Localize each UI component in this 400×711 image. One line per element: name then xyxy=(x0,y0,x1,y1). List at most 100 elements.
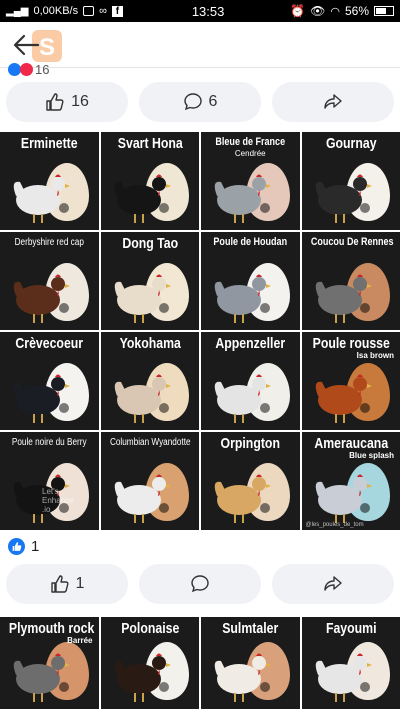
breed-name: Ameraucana xyxy=(313,435,388,452)
breed-tile[interactable]: Plymouth rock Barrée xyxy=(0,617,99,709)
status-time: 13:53 xyxy=(191,3,225,19)
breed-name: Derbyshire red cap xyxy=(14,237,84,248)
battery-icon xyxy=(374,6,394,16)
like-count: 1 xyxy=(75,575,85,592)
back-arrow-icon[interactable] xyxy=(12,32,40,58)
post2-action-bar: 1 xyxy=(0,564,400,608)
link-icon: ∞ xyxy=(99,5,107,17)
breed-grid-1: Erminette Svart Hona Bleue de France Cendré… xyxy=(0,132,400,530)
breed-name: Orpington xyxy=(220,435,280,452)
breed-tile[interactable]: Erminette xyxy=(0,132,99,230)
breed-name: Erminette xyxy=(20,135,78,152)
hen-illustration xyxy=(214,374,271,423)
love-reaction-icon xyxy=(20,62,33,76)
breed-tile[interactable]: Sulmtaler xyxy=(201,617,300,709)
hen-illustration xyxy=(315,174,372,223)
post1-action-bar: 16 6 xyxy=(0,82,400,126)
breed-name: Poule rousse xyxy=(312,335,390,352)
share-arrow-icon xyxy=(324,576,342,591)
breed-name: Crèvecoeur xyxy=(15,335,84,352)
breed-tile[interactable]: Columbian Wyandotte xyxy=(100,432,199,530)
comment-bubble-icon xyxy=(191,575,209,593)
breed-name: Coucou De Rennes xyxy=(310,236,394,248)
breed-tile[interactable]: Appenzeller xyxy=(201,332,300,430)
eye-icon: 👁 xyxy=(310,4,326,18)
hen-illustration xyxy=(214,274,271,323)
breed-variety: Barrée xyxy=(67,636,93,645)
share-arrow-icon xyxy=(324,94,342,109)
comment-bubble-icon xyxy=(183,93,202,111)
breed-name: Gournay xyxy=(325,135,377,152)
like-button[interactable]: 16 xyxy=(6,82,128,122)
hen-illustration xyxy=(13,274,70,323)
like-count: 16 xyxy=(71,93,89,110)
like-button[interactable]: 1 xyxy=(6,564,128,604)
like-reaction-icon xyxy=(8,538,25,555)
hen-illustration xyxy=(13,174,70,223)
reaction-count: 16 xyxy=(35,61,50,77)
breed-name: Svart Hona xyxy=(117,135,183,152)
image-notification-icon xyxy=(83,6,95,16)
breed-name: Poule noire du Berry xyxy=(11,437,87,448)
signal-icon: ▂▄▆ xyxy=(6,5,29,17)
breed-grid-2: Plymouth rock Barrée Polonaise Sulmtaler Fay… xyxy=(0,617,400,709)
photo-credit-handle: @les_poules_de_tom xyxy=(305,522,364,528)
breed-tile[interactable]: Svart Hona xyxy=(100,132,199,230)
breed-variety: Isa brown xyxy=(356,351,394,360)
thumbs-up-icon xyxy=(50,575,69,593)
breed-name: Appenzeller xyxy=(215,335,286,352)
facebook-notification-icon: f xyxy=(111,5,123,17)
hen-illustration xyxy=(315,274,372,323)
post1-reaction-summary[interactable]: 16 xyxy=(8,61,50,77)
network-speed: 0,00KB/s xyxy=(33,5,79,17)
watermark-text: Let's Enhance .io xyxy=(42,487,74,514)
breed-tile[interactable]: Orpington xyxy=(201,432,300,530)
breed-variety: Blue splash xyxy=(349,451,394,460)
breed-tile[interactable]: Poule rousse Isa brown xyxy=(301,332,400,430)
share-button[interactable] xyxy=(272,82,394,122)
hen-illustration xyxy=(114,653,171,702)
breed-tile[interactable]: Fayoumi xyxy=(301,617,400,709)
comment-button[interactable]: 6 xyxy=(139,82,261,122)
breed-name: Columbian Wyandotte xyxy=(109,437,191,448)
breed-name: Polonaise xyxy=(120,620,179,637)
breed-name: Plymouth rock xyxy=(8,620,95,637)
breed-tile[interactable]: Crèvecoeur xyxy=(0,332,99,430)
hen-illustration xyxy=(315,374,372,423)
breed-tile[interactable]: Derbyshire red cap xyxy=(0,232,99,330)
breed-name: Poule de Houdan xyxy=(213,236,288,248)
breed-name: Sulmtaler xyxy=(222,620,279,637)
hen-illustration xyxy=(114,374,171,423)
hen-illustration xyxy=(214,174,271,223)
breed-tile[interactable]: Coucou De Rennes xyxy=(301,232,400,330)
wifi-icon: ◠ xyxy=(330,5,340,18)
hen-illustration xyxy=(13,374,70,423)
breed-name: Bleue de France xyxy=(215,136,286,148)
breed-tile[interactable]: Ameraucana Blue splash @les_poules_de_tom xyxy=(301,432,400,530)
comment-button[interactable] xyxy=(139,564,261,604)
app-bar: S xyxy=(0,22,400,68)
hen-illustration xyxy=(214,474,271,523)
breed-tile[interactable]: Gournay xyxy=(301,132,400,230)
breed-tile[interactable]: Bleue de France Cendrée xyxy=(201,132,300,230)
share-button[interactable] xyxy=(272,564,394,604)
status-bar: ▂▄▆ 0,00KB/s ∞ f 13:53 ⏰ 👁 ◠ 56% xyxy=(0,0,400,22)
svg-text:S: S xyxy=(39,34,55,61)
breed-tile[interactable]: Yokohama xyxy=(100,332,199,430)
battery-percentage: 56% xyxy=(344,4,369,18)
breed-tile[interactable]: Dong Tao xyxy=(100,232,199,330)
hen-illustration xyxy=(214,653,271,702)
hen-illustration xyxy=(114,274,171,323)
breed-name: Dong Tao xyxy=(121,235,178,252)
breed-name: Fayoumi xyxy=(325,620,377,637)
breed-tile[interactable]: Poule de Houdan xyxy=(201,232,300,330)
post2-reaction-summary[interactable]: 1 xyxy=(8,538,39,555)
hen-illustration xyxy=(114,474,171,523)
reaction-count: 1 xyxy=(31,538,40,555)
breed-tile[interactable]: Poule noire du Berry Let's Enhance .io xyxy=(0,432,99,530)
hen-illustration xyxy=(114,174,171,223)
alarm-icon: ⏰ xyxy=(290,4,306,18)
breed-variety: Cendrée xyxy=(234,149,266,158)
hen-illustration xyxy=(13,653,70,702)
breed-tile[interactable]: Polonaise xyxy=(100,617,199,709)
